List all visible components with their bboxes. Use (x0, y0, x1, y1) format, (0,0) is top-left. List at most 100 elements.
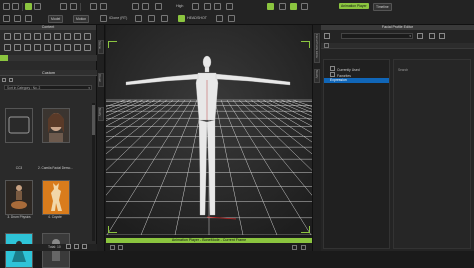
grid-icon[interactable] (204, 3, 211, 10)
left-side-rail: Scene Visual Modify (97, 25, 105, 251)
rail-tab-facial-label: Facial Profile Editor (315, 34, 319, 59)
load-icon[interactable] (429, 33, 435, 39)
export-icon[interactable] (135, 15, 142, 22)
wireframe-icon[interactable] (214, 3, 221, 10)
render-icon[interactable] (155, 3, 162, 10)
headshot-icon[interactable] (178, 15, 185, 22)
expand-icon[interactable] (324, 43, 329, 48)
profile-dropdown[interactable]: ▾ (341, 33, 413, 39)
coyote-tile[interactable] (42, 180, 70, 215)
save-icon[interactable] (439, 33, 445, 39)
view-icon[interactable] (192, 3, 199, 10)
open-icon[interactable] (14, 15, 21, 22)
shoe-icon[interactable] (64, 44, 71, 51)
cloth-icon[interactable] (44, 33, 51, 40)
sort-label: Sort in Category : No. 2 (7, 86, 41, 90)
light-icon[interactable] (142, 3, 149, 10)
add-icon[interactable] (66, 244, 71, 249)
chevron-down-icon: ▾ (88, 86, 90, 90)
play-icon[interactable] (110, 245, 115, 250)
material-icon[interactable] (4, 44, 11, 51)
iclone-icon[interactable] (100, 15, 107, 22)
profile-icon[interactable] (324, 33, 330, 39)
drum-tile[interactable] (5, 180, 33, 215)
frame-corner (108, 226, 117, 233)
detail-header: Search (398, 68, 409, 72)
glove-icon[interactable] (74, 44, 81, 51)
skin-icon[interactable] (34, 44, 41, 51)
stop-icon[interactable] (118, 245, 123, 250)
eye-icon[interactable] (44, 44, 51, 51)
total-count: Total: 10 (48, 245, 61, 249)
coyote-icon (51, 183, 62, 211)
light-preset-icon[interactable] (14, 44, 21, 51)
pose-icon[interactable] (74, 33, 81, 40)
quality-select[interactable]: High (176, 4, 183, 8)
mode-button[interactable]: Model (48, 15, 64, 23)
motion-icon[interactable] (64, 33, 71, 40)
refresh-icon[interactable] (132, 3, 139, 10)
content-scrollbar[interactable] (92, 103, 95, 241)
timeline-button[interactable]: Timeline (373, 3, 392, 11)
brush-icon[interactable] (228, 15, 235, 22)
settings-icon[interactable] (417, 33, 423, 39)
tab-template[interactable] (0, 55, 8, 61)
body-icon[interactable] (24, 33, 31, 40)
right-side-rail: Facial Profile Editor Modify (312, 25, 321, 251)
new-icon[interactable] (3, 15, 10, 22)
loop-icon[interactable] (292, 245, 297, 250)
chevron-down-icon: ▾ (409, 34, 411, 38)
shade-icon[interactable] (226, 3, 233, 10)
display-icon[interactable] (290, 3, 297, 10)
redo-icon[interactable] (100, 3, 107, 10)
camera-preset-icon[interactable] (24, 44, 31, 51)
toggle-icon[interactable] (267, 3, 274, 10)
motion-button[interactable]: Motion (73, 15, 90, 23)
sort-dropdown[interactable]: Sort in Category : No. 2 ▾ (4, 85, 92, 90)
rail-tab-modify-right-label: Modify (315, 70, 319, 79)
gizmo-icon[interactable] (279, 3, 286, 10)
tab-custom[interactable]: Custom (0, 70, 97, 76)
move-icon[interactable] (12, 3, 19, 10)
3d-viewport[interactable] (106, 25, 312, 235)
hair-icon[interactable] (34, 33, 41, 40)
tree-item-expression[interactable]: Expression (324, 78, 389, 83)
sculpt-icon[interactable] (216, 15, 223, 22)
drummer-icon (11, 185, 27, 209)
camera-icon[interactable] (70, 3, 77, 10)
select-icon[interactable] (3, 3, 10, 10)
rail-tab-scene-label: Scene (98, 41, 102, 49)
frame-corner (301, 226, 310, 233)
headshot-label[interactable]: HEADSHOT (187, 16, 207, 20)
character-portrait-icon (48, 113, 64, 142)
settings-icon[interactable] (82, 244, 87, 249)
save-icon[interactable] (25, 15, 32, 22)
scale-icon[interactable] (60, 3, 67, 10)
camila-tile[interactable] (42, 108, 70, 143)
prop-icon[interactable] (84, 44, 91, 51)
character-icon[interactable] (148, 15, 155, 22)
rotate-icon[interactable] (34, 3, 41, 10)
undo-icon[interactable] (90, 3, 97, 10)
pick-icon[interactable] (25, 3, 32, 10)
toolbar-divider (22, 3, 23, 11)
morph-icon[interactable] (161, 15, 168, 22)
head-icon[interactable] (14, 33, 21, 40)
up-folder-icon[interactable] (2, 78, 6, 82)
animation-player-button[interactable]: Animation Player (339, 3, 369, 9)
folder-icon (330, 66, 335, 71)
rail-tab-modify-label: Modify (98, 108, 102, 117)
accessory-icon[interactable] (54, 33, 61, 40)
face-icon[interactable] (84, 33, 91, 40)
actor-icon[interactable] (4, 33, 11, 40)
iclone-label[interactable]: iClone (RT) (109, 16, 127, 20)
teeth-icon[interactable] (54, 44, 61, 51)
animation-playbar[interactable]: Animation Player - BoneMode - Current Fr… (106, 238, 312, 243)
settings-icon[interactable] (301, 245, 306, 250)
list-view-icon[interactable] (9, 78, 13, 82)
delete-icon[interactable] (74, 244, 79, 249)
scrollbar-thumb[interactable] (92, 105, 95, 135)
settings-icon[interactable] (301, 3, 308, 10)
frame-corner (301, 41, 310, 48)
folder-tile[interactable] (5, 108, 33, 143)
